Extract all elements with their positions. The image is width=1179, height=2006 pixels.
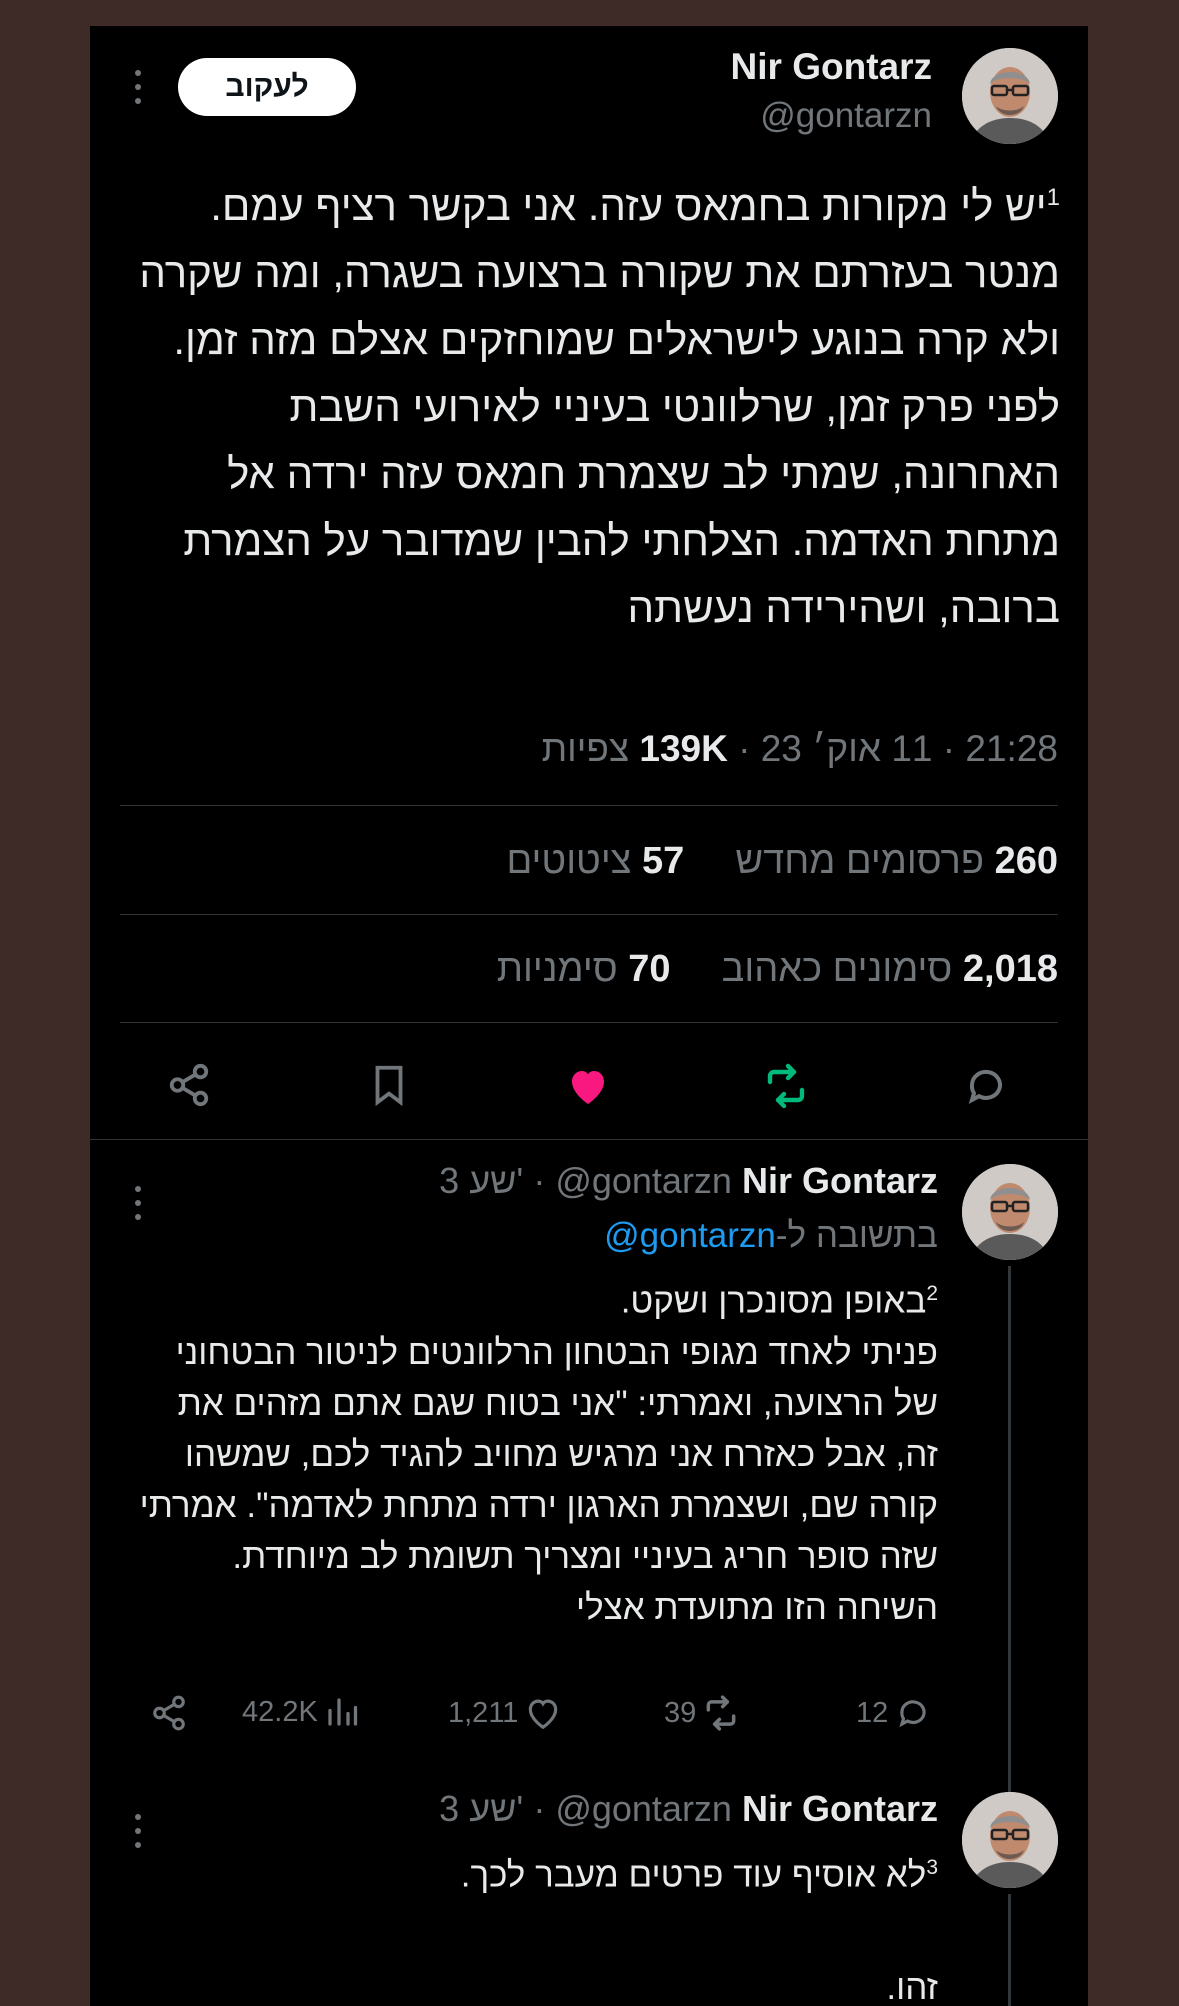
- thread-line: [1008, 1894, 1011, 2006]
- tweet-date: 11 אוק׳ 23: [760, 728, 933, 769]
- reply-icon: [899, 1700, 926, 1728]
- share-icon[interactable]: [150, 1694, 188, 1732]
- views-icon: [328, 1698, 357, 1726]
- share-icon[interactable]: [166, 1062, 212, 1108]
- author-name[interactable]: Nir Gontarz: [731, 46, 932, 88]
- reposts-quotes-row: 260 פרסומים מחדש 57 ציטוטים: [507, 840, 1059, 883]
- replying-to: בתשובה ל-@gontarzn: [604, 1216, 938, 1255]
- section-separator: [90, 1139, 1088, 1140]
- reply-header: 3 שע' · @gontarzn Nir Gontarz: [439, 1788, 938, 1829]
- reply-text: 3לא אוסיף עוד פרטים מעבר לכך. זהו.: [460, 1855, 938, 2006]
- views-count[interactable]: 42.2K: [242, 1694, 360, 1730]
- author-handle[interactable]: @gontarzn: [760, 96, 932, 136]
- reply-count[interactable]: 12: [856, 1694, 932, 1732]
- views-label: צפיות: [541, 728, 630, 769]
- reply-time[interactable]: 3 שע': [439, 1788, 523, 1829]
- views-count: 139K: [639, 728, 728, 769]
- reply-author-name[interactable]: Nir Gontarz: [742, 1160, 938, 1201]
- like-count[interactable]: 1,211: [448, 1694, 562, 1732]
- divider: [120, 805, 1058, 806]
- replying-to-handle[interactable]: @gontarzn: [604, 1216, 776, 1255]
- reply-author-name[interactable]: Nir Gontarz: [742, 1788, 938, 1829]
- tweet-time: 21:28: [965, 728, 1058, 769]
- reply-text: 2באופן מסונכרן ושקט. פניתי לאחד מגופי הב…: [139, 1281, 938, 1627]
- divider: [120, 914, 1058, 915]
- bookmarks-stat[interactable]: 70 סימניות: [497, 948, 671, 990]
- likes-bookmarks-row: 2,018 סימונים כאהוב 70 סימניות: [497, 948, 1058, 991]
- thread-index: 3: [926, 1856, 938, 1879]
- repost-icon[interactable]: [762, 1062, 810, 1110]
- reply-handle[interactable]: @gontarzn: [555, 1788, 732, 1829]
- thread-index: 1: [1046, 184, 1060, 211]
- reply-header: 3 שע' · @gontarzn Nir Gontarz: [439, 1160, 938, 1201]
- reply-avatar[interactable]: [962, 1792, 1058, 1888]
- more-icon[interactable]: [134, 70, 142, 104]
- tweet-panel: Nir Gontarz @gontarzn לעקוב 1יש לי מקורו…: [90, 26, 1088, 2006]
- avatar-portrait: [962, 1164, 1058, 1260]
- reply-handle[interactable]: @gontarzn: [555, 1160, 732, 1201]
- avatar-portrait: [962, 48, 1058, 144]
- reply-icon[interactable]: [962, 1062, 1010, 1110]
- heart-icon: [529, 1699, 558, 1730]
- quotes-stat[interactable]: 57 ציטוטים: [507, 840, 685, 882]
- likes-stat[interactable]: 2,018 סימונים כאהוב: [722, 948, 1058, 990]
- repost-count[interactable]: 39: [664, 1694, 740, 1732]
- author-avatar[interactable]: [962, 48, 1058, 144]
- thread-line: [1008, 1266, 1011, 1814]
- tweet-timestamp[interactable]: 21:28 · 11 אוק׳ 23 · 139K צפיות: [542, 728, 1058, 770]
- follow-button[interactable]: לעקוב: [178, 58, 356, 116]
- reply-avatar[interactable]: [962, 1164, 1058, 1260]
- tweet-text: 1יש לי מקורות בחמאס עזה. אני בקשר רציף ע…: [139, 182, 1060, 631]
- repost-icon: [706, 1695, 736, 1731]
- heart-icon[interactable]: [564, 1062, 612, 1110]
- reposts-stat[interactable]: 260 פרסומים מחדש: [735, 840, 1058, 882]
- more-icon[interactable]: [134, 1186, 142, 1220]
- divider: [120, 1022, 1058, 1023]
- reply-time[interactable]: 3 שע': [439, 1160, 523, 1201]
- avatar-portrait: [962, 1792, 1058, 1888]
- thread-index: 2: [926, 1282, 938, 1305]
- bookmark-icon[interactable]: [366, 1062, 412, 1108]
